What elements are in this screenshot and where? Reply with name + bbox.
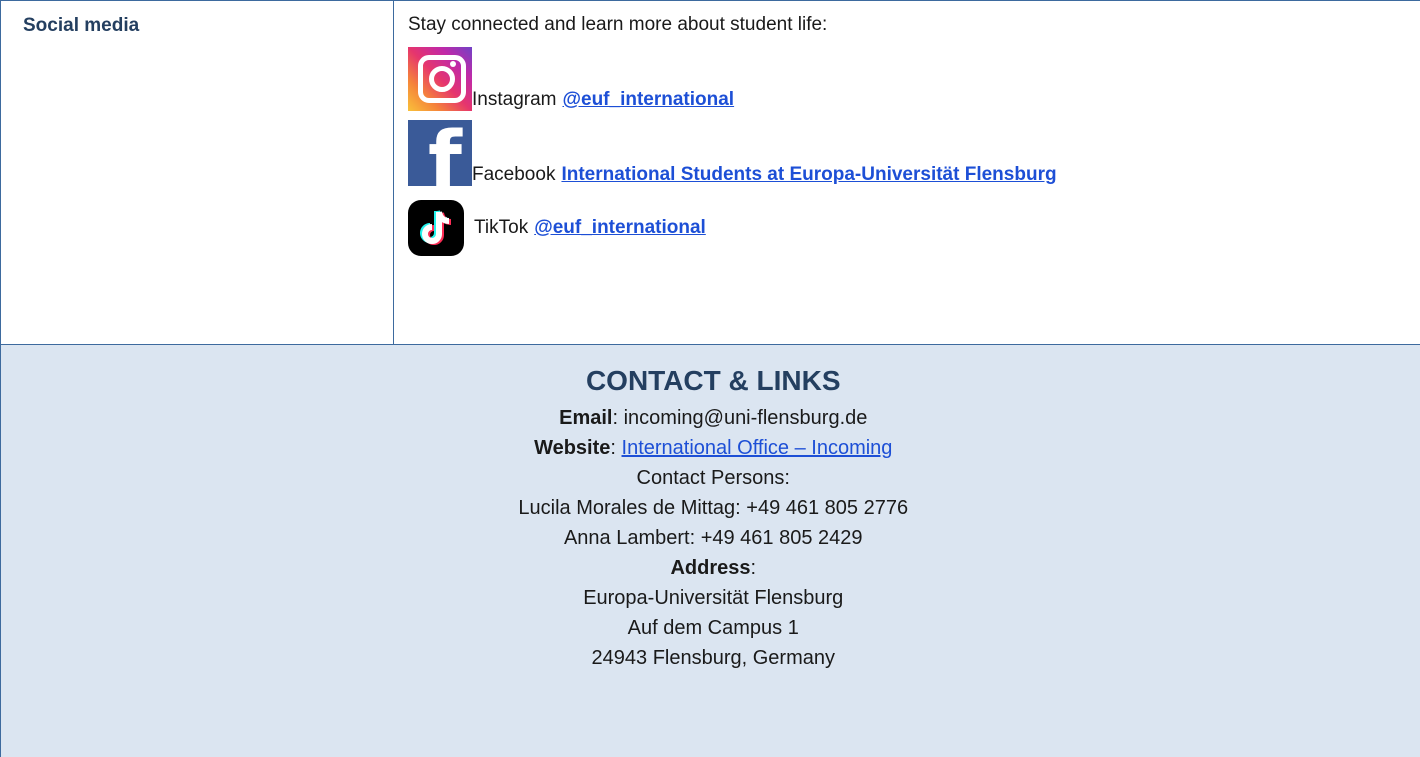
tiktok-icon[interactable] [408, 200, 464, 256]
website-label: Website [534, 437, 610, 459]
instagram-icon[interactable] [408, 47, 472, 111]
social-intro-text: Stay connected and learn more about stud… [408, 13, 1411, 37]
facebook-line: f Facebook International Students at Eur… [408, 113, 1411, 186]
address-line-2: Auf dem Campus 1 [2, 613, 1420, 643]
website-link[interactable]: International Office – Incoming [622, 437, 893, 459]
address-label: Address [670, 557, 750, 579]
contact-persons-heading: Contact Persons: [2, 463, 1420, 493]
facebook-label: Facebook [472, 164, 555, 186]
address-heading: Address: [2, 553, 1420, 583]
website-line: Website: International Office – Incoming [2, 433, 1420, 463]
info-table: Social media Stay connected and learn mo… [0, 0, 1420, 757]
address-line-3: 24943 Flensburg, Germany [2, 643, 1420, 673]
social-media-row: Social media Stay connected and learn mo… [1, 1, 1420, 345]
facebook-icon[interactable]: f [408, 120, 472, 186]
email-value: : incoming@uni-flensburg.de [612, 407, 867, 429]
website-separator: : [610, 437, 621, 459]
email-line: Email: incoming@uni-flensburg.de [2, 403, 1420, 433]
address-line-1: Europa-Universität Flensburg [2, 583, 1420, 613]
contact-section: CONTACT & LINKS Email: incoming@uni-flen… [1, 345, 1420, 757]
contact-person-1: Lucila Morales de Mittag: +49 461 805 27… [2, 493, 1420, 523]
contact-row: CONTACT & LINKS Email: incoming@uni-flen… [1, 345, 1420, 757]
tiktok-line: TikTok @euf_international [408, 198, 1411, 258]
instagram-line: Instagram @euf_international [408, 39, 1411, 111]
contact-person-2: Anna Lambert: +49 461 805 2429 [2, 523, 1420, 553]
tiktok-label: TikTok [474, 217, 528, 239]
instagram-handle-link[interactable]: @euf_international [562, 89, 734, 111]
instagram-label: Instagram [472, 89, 556, 111]
social-media-label: Social media [1, 1, 394, 345]
facebook-page-link[interactable]: International Students at Europa-Univers… [561, 164, 1056, 186]
tiktok-handle-link[interactable]: @euf_international [534, 217, 706, 239]
contact-title: CONTACT & LINKS [2, 361, 1420, 401]
email-label: Email [559, 407, 612, 429]
social-media-content: Stay connected and learn more about stud… [394, 1, 1420, 345]
address-separator: : [750, 557, 756, 579]
